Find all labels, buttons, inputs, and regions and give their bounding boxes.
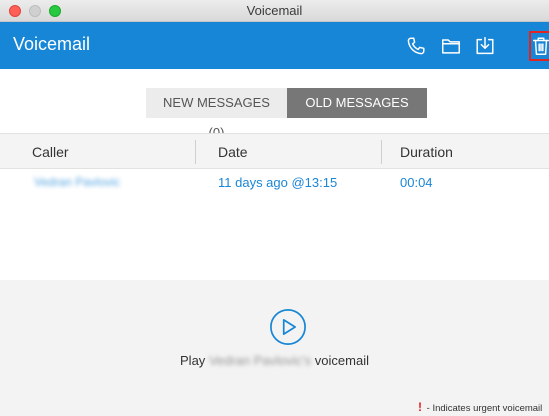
message-duration: 00:04: [400, 175, 433, 190]
urgent-mark: !: [418, 400, 422, 414]
urgent-legend: ! - Indicates urgent voicemail: [418, 400, 542, 414]
trash-icon: [532, 37, 549, 55]
app-header: Voicemail: [0, 22, 549, 69]
tab-new-messages[interactable]: NEW MESSAGES (0): [146, 88, 287, 140]
message-tabs: NEW MESSAGES (0) OLD MESSAGES (1): [146, 88, 427, 140]
play-label-suffix: voicemail: [314, 353, 369, 368]
page-title: Voicemail: [13, 34, 91, 54]
play-label-caller: Vedran Pavlovic's: [208, 353, 312, 368]
play-label: Play Vedran Pavlovic's voicemail: [0, 353, 549, 368]
play-button[interactable]: [269, 308, 307, 346]
table-header: Caller Date Duration: [0, 133, 549, 169]
play-label-prefix: Play: [180, 353, 206, 368]
tab-old-messages[interactable]: OLD MESSAGES (1): [287, 88, 427, 140]
column-divider: [381, 140, 382, 164]
play-icon: [270, 309, 306, 345]
delete-button[interactable]: [529, 31, 549, 61]
message-date: 11 days ago @13:15: [218, 175, 338, 190]
voicemail-player: Play Vedran Pavlovic's voicemail ! - Ind…: [0, 280, 549, 416]
urgent-legend-text: - Indicates urgent voicemail: [426, 403, 543, 414]
column-header-date[interactable]: Date: [218, 144, 248, 160]
caller-name: Vedran Pavlovic: [34, 175, 121, 189]
column-header-caller[interactable]: Caller: [32, 144, 69, 160]
window-title: Voicemail: [246, 3, 303, 18]
title-bar: Voicemail: [0, 0, 549, 22]
column-divider: [195, 140, 196, 164]
folder-icon[interactable]: [440, 35, 462, 57]
phone-icon[interactable]: [405, 35, 427, 57]
table-row[interactable]: Vedran Pavlovic 11 days ago @13:15 00:04: [0, 172, 549, 194]
download-icon[interactable]: [474, 35, 496, 57]
column-header-duration[interactable]: Duration: [400, 144, 453, 160]
